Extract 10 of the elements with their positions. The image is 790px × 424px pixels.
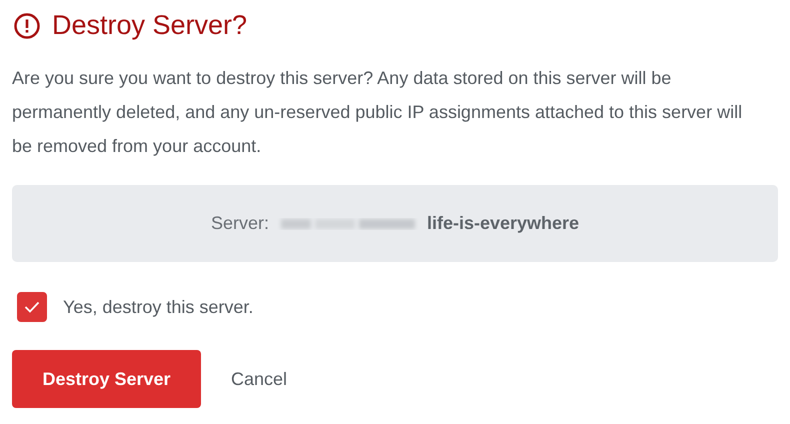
cancel-button[interactable]: Cancel [231, 368, 288, 390]
server-label: Server: [210, 213, 269, 234]
confirm-checkbox[interactable] [17, 292, 47, 322]
destroy-button[interactable]: Destroy Server [12, 350, 201, 408]
server-name: life-is-everywhere [426, 213, 580, 234]
dialog-title: Destroy Server? [52, 10, 248, 41]
alert-icon [14, 12, 40, 38]
checkmark-icon [24, 301, 40, 313]
checkbox-label: Yes, destroy this server. [63, 296, 254, 318]
warning-message: Are you sure you want to destroy this server? Any data stored on this server will be permanently deleted, and any un-reserved public IP assignments attached to this server will be removed from your account. [12, 67, 744, 158]
